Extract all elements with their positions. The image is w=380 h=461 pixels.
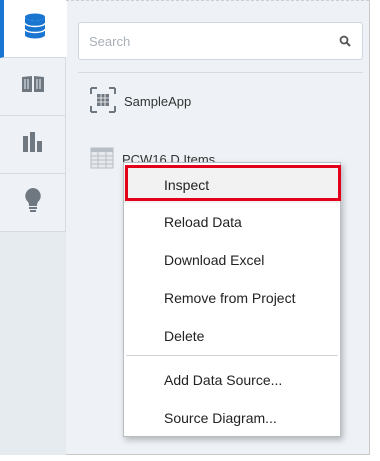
menu-item-reload-data[interactable]: Reload Data <box>124 204 340 240</box>
top-edge <box>66 0 369 7</box>
search-icon[interactable] <box>338 34 352 48</box>
search-input[interactable]: Search <box>78 22 363 60</box>
menu-item-delete[interactable]: Delete <box>124 318 340 354</box>
search-separator <box>78 72 363 73</box>
context-menu: Inspect Reload Data Download Excel Remov… <box>123 162 341 437</box>
tree-item-sampleapp[interactable]: SampleApp <box>90 87 191 116</box>
rail-tab-library[interactable] <box>0 58 66 116</box>
search-placeholder: Search <box>89 33 131 49</box>
rail-tab-insights[interactable] <box>0 174 66 232</box>
menu-divider <box>126 355 338 356</box>
rail-tab-visualizations[interactable] <box>0 116 66 174</box>
lightbulb-icon <box>24 187 42 218</box>
menu-item-download-excel[interactable]: Download Excel <box>124 242 340 278</box>
table-icon <box>90 146 114 173</box>
menu-item-source-diagram[interactable]: Source Diagram... <box>124 400 340 436</box>
menu-item-inspect[interactable]: Inspect <box>124 167 340 203</box>
subject-area-icon <box>90 87 116 116</box>
rail-tab-data[interactable] <box>0 0 67 58</box>
rail-empty-area <box>0 232 66 455</box>
menu-item-remove-from-project[interactable]: Remove from Project <box>124 280 340 316</box>
bar-chart-icon <box>22 132 44 157</box>
left-rail <box>0 0 67 455</box>
book-icon <box>21 75 45 98</box>
menu-item-add-data-source[interactable]: Add Data Source... <box>124 362 340 398</box>
tree-item-label: SampleApp <box>124 94 192 109</box>
database-icon <box>24 13 46 44</box>
